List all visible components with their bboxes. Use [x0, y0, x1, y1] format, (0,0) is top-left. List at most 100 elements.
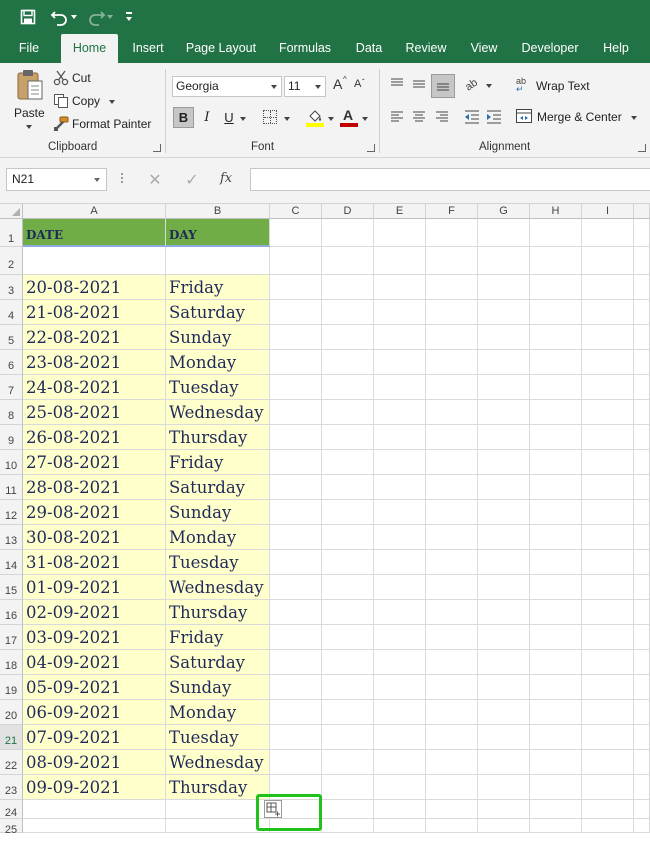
- sheet-cell[interactable]: [426, 550, 478, 575]
- sheet-cell[interactable]: [374, 550, 426, 575]
- sheet-cell[interactable]: [478, 525, 530, 550]
- date-cell[interactable]: 24-08-2021: [23, 375, 166, 400]
- align-right-icon[interactable]: [435, 110, 449, 124]
- date-cell[interactable]: 29-08-2021: [23, 500, 166, 525]
- date-cell[interactable]: 26-08-2021: [23, 425, 166, 450]
- sheet-cell[interactable]: [322, 600, 374, 625]
- insert-function-icon[interactable]: fx: [220, 171, 238, 189]
- day-cell[interactable]: Thursday: [166, 600, 270, 625]
- sheet-cell[interactable]: [634, 219, 650, 247]
- sheet-cell[interactable]: [270, 500, 322, 525]
- sheet-cell[interactable]: [426, 650, 478, 675]
- sheet-cell[interactable]: [374, 800, 426, 819]
- sheet-cell[interactable]: [634, 300, 650, 325]
- sheet-cell[interactable]: [322, 247, 374, 275]
- enter-icon[interactable]: ✓: [183, 170, 201, 189]
- sheet-cell[interactable]: [530, 819, 582, 833]
- sheet-cell[interactable]: [270, 219, 322, 247]
- sheet-cell[interactable]: [478, 375, 530, 400]
- sheet-cell[interactable]: [530, 300, 582, 325]
- sheet-cell[interactable]: [634, 400, 650, 425]
- sheet-cell[interactable]: [530, 350, 582, 375]
- sheet-cell[interactable]: [634, 525, 650, 550]
- column-header-a[interactable]: A: [23, 204, 166, 219]
- row-header[interactable]: 19: [0, 675, 23, 700]
- sheet-cell[interactable]: [166, 800, 270, 819]
- column-header-d[interactable]: D: [322, 204, 374, 219]
- sheet-cell[interactable]: [478, 325, 530, 350]
- date-cell[interactable]: 31-08-2021: [23, 550, 166, 575]
- sheet-cell[interactable]: [530, 325, 582, 350]
- sheet-cell[interactable]: [374, 700, 426, 725]
- align-top-icon[interactable]: [390, 77, 404, 91]
- sheet-cell[interactable]: [582, 475, 634, 500]
- sheet-cell[interactable]: [322, 350, 374, 375]
- sheet-cell[interactable]: [270, 475, 322, 500]
- sheet-cell[interactable]: [478, 450, 530, 475]
- date-cell[interactable]: 08-09-2021: [23, 750, 166, 775]
- sheet-cell[interactable]: [23, 800, 166, 819]
- sheet-cell[interactable]: [322, 800, 374, 819]
- sheet-cell[interactable]: [270, 400, 322, 425]
- cut-button[interactable]: Cut: [53, 69, 113, 87]
- sheet-cell[interactable]: [374, 575, 426, 600]
- row-header[interactable]: 11: [0, 475, 23, 500]
- bold-button[interactable]: B: [173, 107, 194, 128]
- day-cell[interactable]: Sunday: [166, 675, 270, 700]
- row-header[interactable]: 13: [0, 525, 23, 550]
- sheet-cell[interactable]: [270, 575, 322, 600]
- column-header[interactable]: [634, 204, 650, 219]
- sheet-cell[interactable]: [582, 725, 634, 750]
- sheet-cell[interactable]: [374, 600, 426, 625]
- decrease-indent-icon[interactable]: [464, 109, 480, 124]
- sheet-cell[interactable]: [582, 775, 634, 800]
- row-header[interactable]: 15: [0, 575, 23, 600]
- day-cell[interactable]: Tuesday: [166, 375, 270, 400]
- copy-dropdown-icon[interactable]: [109, 100, 115, 104]
- sheet-cell[interactable]: [530, 775, 582, 800]
- wrap-text-button[interactable]: ab ↵ Wrap Text: [516, 77, 596, 95]
- sheet-cell[interactable]: [322, 575, 374, 600]
- sheet-cell[interactable]: [322, 500, 374, 525]
- sheet-cell[interactable]: [478, 750, 530, 775]
- sheet-cell[interactable]: [634, 350, 650, 375]
- select-all-corner[interactable]: [0, 204, 23, 219]
- customize-toolbar-icon[interactable]: [125, 11, 133, 23]
- date-cell[interactable]: 20-08-2021: [23, 275, 166, 300]
- sheet-cell[interactable]: [582, 275, 634, 300]
- sheet-cell[interactable]: [23, 819, 166, 833]
- sheet-cell[interactable]: [478, 219, 530, 247]
- cancel-icon[interactable]: ✕: [146, 170, 164, 189]
- sheet-cell[interactable]: [634, 625, 650, 650]
- tab-formulas[interactable]: Formulas: [275, 34, 335, 63]
- sheet-cell[interactable]: [374, 219, 426, 247]
- sheet-cell[interactable]: [582, 525, 634, 550]
- sheet-cell[interactable]: [322, 550, 374, 575]
- fill-color-dropdown-icon[interactable]: [328, 117, 334, 121]
- column-header-h[interactable]: H: [530, 204, 582, 219]
- day-cell[interactable]: Monday: [166, 350, 270, 375]
- row-header[interactable]: 2: [0, 247, 23, 275]
- tab-review[interactable]: Review: [401, 34, 451, 63]
- column-header-c[interactable]: C: [270, 204, 322, 219]
- date-cell[interactable]: 09-09-2021: [23, 775, 166, 800]
- sheet-cell[interactable]: [530, 450, 582, 475]
- sheet-cell[interactable]: [322, 275, 374, 300]
- date-cell[interactable]: 21-08-2021: [23, 300, 166, 325]
- sheet-cell[interactable]: [582, 625, 634, 650]
- row-header[interactable]: 4: [0, 300, 23, 325]
- sheet-cell[interactable]: [374, 775, 426, 800]
- sheet-cell[interactable]: [530, 750, 582, 775]
- sheet-cell[interactable]: [426, 700, 478, 725]
- sheet-cell[interactable]: [582, 700, 634, 725]
- day-cell[interactable]: Wednesday: [166, 750, 270, 775]
- row-header[interactable]: 6: [0, 350, 23, 375]
- tab-help[interactable]: Help: [598, 34, 634, 63]
- sheet-cell[interactable]: [374, 350, 426, 375]
- sheet-cell[interactable]: [478, 275, 530, 300]
- day-cell[interactable]: Wednesday: [166, 400, 270, 425]
- sheet-cell[interactable]: [270, 600, 322, 625]
- sheet-cell[interactable]: [374, 500, 426, 525]
- date-cell[interactable]: 25-08-2021: [23, 400, 166, 425]
- row-header[interactable]: 23: [0, 775, 23, 800]
